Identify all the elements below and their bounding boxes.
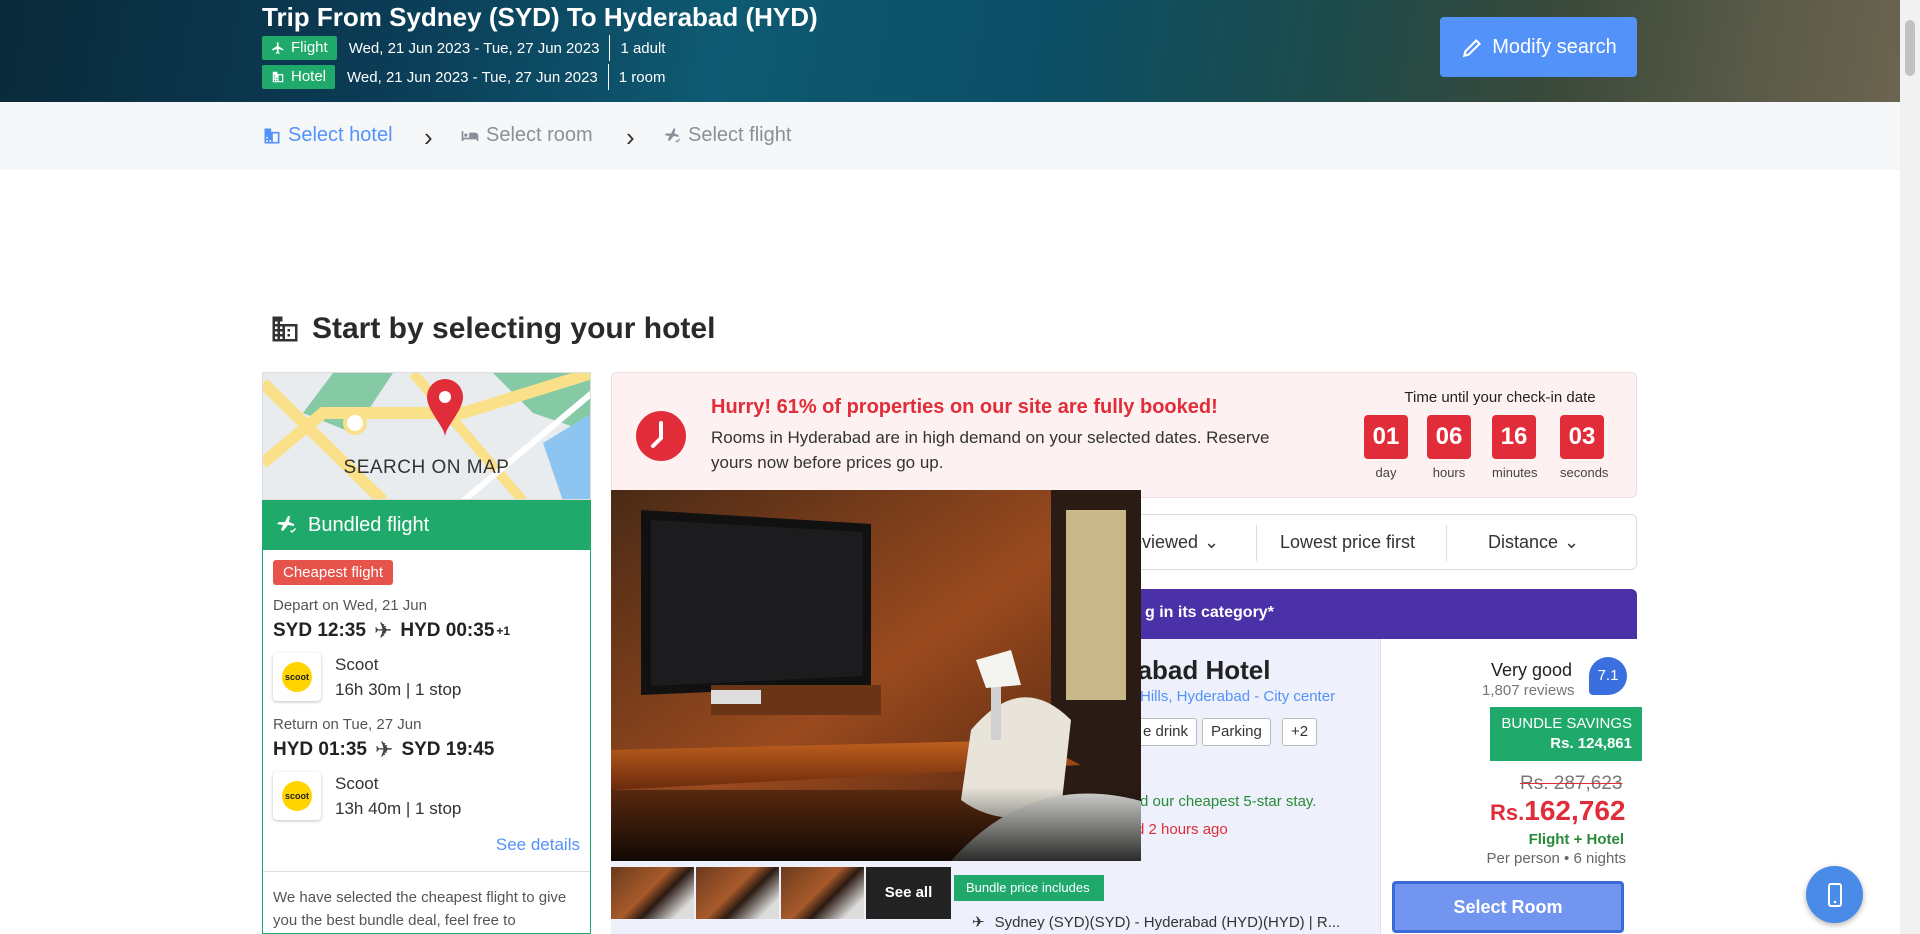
edit-search-icon <box>1463 38 1482 58</box>
map-preview[interactable]: SEARCH ON MAP <box>262 372 591 500</box>
sort-lowest-price[interactable]: Lowest price first <box>1280 532 1415 553</box>
step-select-room[interactable]: Select room <box>460 124 593 147</box>
cheapest-note: d our cheapest 5-star stay. <box>1140 793 1317 810</box>
flight-tag: Flight <box>262 36 337 60</box>
chevron-down-icon: ⌄ <box>1564 532 1580 552</box>
review-count: 1,807 reviews <box>1482 682 1575 699</box>
flight-check-icon <box>277 516 296 533</box>
left-column: SEARCH ON MAP Bundled flight Cheapest fl… <box>262 372 591 934</box>
chevron-right-icon: › <box>626 122 635 152</box>
depart-airline: scoot Scoot 16h 30m | 1 stop <box>273 652 580 702</box>
plane-icon: ✈ <box>373 618 393 643</box>
depart-route: SYD 12:35 ✈ HYD 00:35 +1 <box>273 618 511 643</box>
page-scrollbar[interactable] <box>1900 0 1920 934</box>
bundle-includes-tag: Bundle price includes <box>954 875 1104 901</box>
airline-logo: scoot <box>273 772 321 820</box>
hotel-room-photo <box>611 490 1141 861</box>
step-select-flight[interactable]: Select flight <box>662 124 791 147</box>
price-type: Flight + Hotel <box>1528 831 1624 848</box>
clock-icon <box>636 411 686 461</box>
modify-search-button[interactable]: Modify search <box>1440 17 1637 77</box>
bundle-note: We have selected the cheapest flight to … <box>263 871 590 932</box>
countdown-minutes: 16 minutes <box>1492 415 1538 480</box>
section-title: Start by selecting your hotel <box>270 312 715 346</box>
countdown-hours: 06 hours <box>1427 415 1471 480</box>
cheapest-flight-badge: Cheapest flight <box>273 560 394 585</box>
plane-icon: ✈ <box>375 737 394 762</box>
original-price: Rs. 287,623 <box>1520 773 1623 794</box>
mobile-app-button[interactable] <box>1806 866 1863 923</box>
step-select-hotel[interactable]: Select hotel <box>262 124 393 147</box>
price-per: Per person • 6 nights <box>1486 850 1627 867</box>
rating-label: Very good <box>1491 660 1573 680</box>
bundle-route: ✈ Sydney (SYD)(SYD) - Hyderabad (HYD)(HY… <box>972 913 1341 932</box>
chevron-down-icon: ⌄ <box>1204 532 1220 552</box>
phone-icon <box>1827 882 1842 907</box>
sort-most-reviewed[interactable]: eviewed ⌄ <box>1132 532 1219 553</box>
booked-note: d 2 hours ago <box>1136 821 1228 838</box>
bundle-price: Rs.162,762 <box>1490 795 1626 826</box>
hotel-tag: Hotel <box>262 65 336 89</box>
flight-dates: Wed, 21 Jun 2023 - Tue, 27 Jun 2023 <box>348 39 600 57</box>
photo-thumbnail[interactable] <box>696 867 779 919</box>
scrollbar-thumb[interactable] <box>1905 20 1915 76</box>
countdown-label: Time until your check-in date <box>1404 389 1596 406</box>
chevron-right-icon: › <box>424 122 433 152</box>
depart-label: Depart on Wed, 21 Jun <box>273 597 427 614</box>
hotel-location[interactable]: Hills, Hyderabad - City center <box>1140 688 1335 705</box>
hotel-dates: Wed, 21 Jun 2023 - Tue, 27 Jun 2023 <box>347 68 598 86</box>
hotel-rooms: 1 room <box>618 68 666 86</box>
search-on-map-label: SEARCH ON MAP <box>343 457 510 478</box>
return-label: Return on Tue, 27 Jun <box>273 716 422 733</box>
see-all-photos-button[interactable]: See all <box>866 867 951 919</box>
flight-check-icon <box>664 128 681 143</box>
flight-pax: 1 adult <box>620 39 666 57</box>
bundled-flight-header: Bundled flight <box>262 500 591 550</box>
urgency-title: Hurry! 61% of properties on our site are… <box>711 396 1218 418</box>
urgency-text: Rooms in Hyderabad are in high demand on… <box>711 428 1270 472</box>
return-route: HYD 01:35 ✈ SYD 19:45 <box>273 737 495 762</box>
map-graphic <box>263 373 590 499</box>
flight-row: Flight Wed, 21 Jun 2023 - Tue, 27 Jun 20… <box>262 35 665 61</box>
hotel-photo-preview[interactable] <box>611 490 1141 861</box>
bed-icon <box>461 130 479 141</box>
photo-thumbnails: See all <box>611 867 954 919</box>
airline-logo: scoot <box>273 653 321 701</box>
city-icon <box>272 316 298 342</box>
select-room-button[interactable]: Select Room <box>1392 881 1624 933</box>
countdown-seconds: 03 seconds <box>1560 415 1608 480</box>
hotel-icon <box>264 128 280 143</box>
progress-steps: Select hotel Select room Select flight <box>0 102 1900 170</box>
amenity-chip: +2 <box>1282 718 1318 746</box>
amenity-chip: e drink <box>1134 718 1198 746</box>
building-icon <box>272 71 284 83</box>
hotel-row: Hotel Wed, 21 Jun 2023 - Tue, 27 Jun 202… <box>262 64 665 90</box>
photo-thumbnail[interactable] <box>781 867 864 919</box>
rating-score: 7.1 <box>1589 657 1627 695</box>
trip-title: Trip From Sydney (SYD) To Hyderabad (HYD… <box>262 2 818 32</box>
urgency-banner: Hurry! 61% of properties on our site are… <box>611 372 1637 498</box>
sort-distance[interactable]: Distance ⌄ <box>1488 532 1579 553</box>
see-details-link[interactable]: See details <box>273 835 580 855</box>
bundled-flight-body: Cheapest flight Depart on Wed, 21 Jun SY… <box>262 550 591 934</box>
header-banner: Trip From Sydney (SYD) To Hyderabad (HYD… <box>0 0 1900 102</box>
countdown-day: 01 day <box>1364 415 1408 480</box>
return-airline: scoot Scoot 13h 40m | 1 stop <box>273 771 580 821</box>
plane-icon <box>272 42 284 54</box>
plane-icon: ✈ <box>972 914 985 931</box>
amenity-chip: Parking <box>1202 718 1271 746</box>
photo-thumbnail[interactable] <box>611 867 694 919</box>
bundle-savings-badge: BUNDLE SAVINGS Rs. 124,861 <box>1490 707 1642 761</box>
